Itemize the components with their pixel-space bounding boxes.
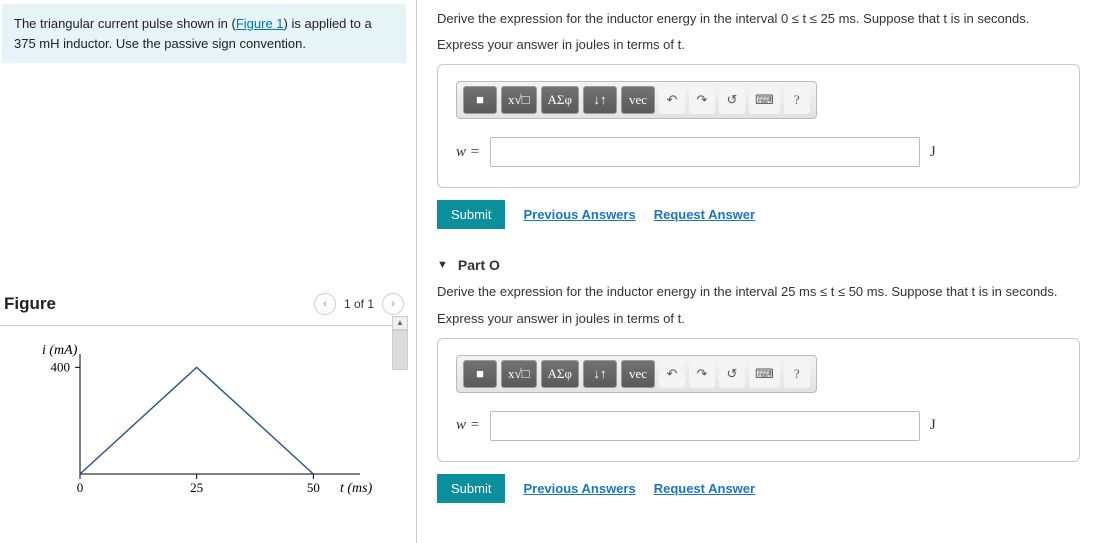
eq-unit-o: J — [930, 417, 936, 434]
divider — [0, 325, 408, 326]
figure-title: Figure — [4, 294, 56, 314]
help-button[interactable]: ? — [784, 360, 810, 388]
svg-text:400: 400 — [51, 359, 71, 374]
right-panel: Derive the expression for the inductor e… — [416, 0, 1100, 543]
template-button[interactable]: ■ — [463, 360, 497, 388]
eq-label-o: w = — [456, 417, 480, 434]
answer-input-o[interactable] — [490, 411, 920, 441]
equation-row: w = J — [456, 137, 1061, 167]
actions-n: Submit Previous Answers Request Answer — [437, 200, 1080, 229]
answer-input-n[interactable] — [490, 137, 920, 167]
greek-button[interactable]: ΑΣφ — [541, 86, 579, 114]
subsup-button[interactable]: ↓↑ — [583, 360, 617, 388]
redo-button[interactable]: ↷ — [689, 360, 715, 388]
figure-header: Figure ‹ 1 of 1 › — [0, 293, 408, 321]
svg-text:50: 50 — [307, 480, 320, 495]
left-panel: The triangular current pulse shown in (F… — [0, 0, 408, 543]
part-n-instruction: Derive the expression for the inductor e… — [437, 10, 1080, 28]
problem-text-a: The triangular current pulse shown in ( — [14, 16, 236, 31]
help-button[interactable]: ? — [784, 86, 810, 114]
part-n-express: Express your answer in joules in terms o… — [437, 36, 1080, 54]
answer-box-n: ■ x√□ ΑΣφ ↓↑ vec ↶ ↷ ↺ ⌨ ? w = J — [437, 64, 1080, 188]
figure-chart: 0 25 50 400i (mA) t (ms) — [0, 334, 408, 517]
request-answer-link-n[interactable]: Request Answer — [654, 207, 755, 222]
part-n-instruction-text: Derive the expression for the inductor e… — [437, 11, 1029, 26]
subsup-button[interactable]: ↓↑ — [583, 86, 617, 114]
scrollbar-up-icon[interactable]: ▲ — [392, 316, 408, 330]
submit-button-n[interactable]: Submit — [437, 200, 505, 229]
part-n: Derive the expression for the inductor e… — [437, 10, 1080, 229]
reset-button[interactable]: ↺ — [719, 360, 745, 388]
eq-unit: J — [930, 144, 936, 161]
problem-statement: The triangular current pulse shown in (F… — [2, 4, 406, 63]
previous-answers-link-o[interactable]: Previous Answers — [523, 481, 635, 496]
sqrt-button[interactable]: x√□ — [501, 86, 537, 114]
svg-text:i (mA): i (mA) — [42, 344, 78, 358]
vec-button[interactable]: vec — [621, 86, 655, 114]
pager-next-button[interactable]: › — [382, 293, 404, 315]
part-o: Derive the expression for the inductor e… — [437, 283, 1080, 502]
answer-box-o: ■ x√□ ΑΣφ ↓↑ vec ↶ ↷ ↺ ⌨ ? w = J — [437, 338, 1080, 462]
pager-prev-button[interactable]: ‹ — [314, 293, 336, 315]
redo-button[interactable]: ↷ — [689, 86, 715, 114]
keyboard-button[interactable]: ⌨ — [749, 360, 780, 388]
figure-link[interactable]: Figure 1 — [236, 16, 284, 31]
part-o-express: Express your answer in joules in terms o… — [437, 310, 1080, 328]
equation-toolbar-o: ■ x√□ ΑΣφ ↓↑ vec ↶ ↷ ↺ ⌨ ? — [456, 355, 817, 393]
keyboard-button[interactable]: ⌨ — [749, 86, 780, 114]
part-o-instruction: Derive the expression for the inductor e… — [437, 283, 1080, 301]
vec-button[interactable]: vec — [621, 360, 655, 388]
undo-button[interactable]: ↶ — [659, 360, 685, 388]
collapse-icon: ▼ — [437, 259, 448, 271]
sqrt-button[interactable]: x√□ — [501, 360, 537, 388]
previous-answers-link-n[interactable]: Previous Answers — [523, 207, 635, 222]
equation-toolbar: ■ x√□ ΑΣφ ↓↑ vec ↶ ↷ ↺ ⌨ ? — [456, 81, 817, 119]
eq-label: w = — [456, 144, 480, 161]
svg-text:25: 25 — [190, 480, 203, 495]
greek-button[interactable]: ΑΣφ — [541, 360, 579, 388]
equation-row-o: w = J — [456, 411, 1061, 441]
part-o-header[interactable]: ▼ Part O — [437, 257, 1080, 273]
submit-button-o[interactable]: Submit — [437, 474, 505, 503]
request-answer-link-o[interactable]: Request Answer — [654, 481, 755, 496]
part-o-title: Part O — [458, 257, 500, 273]
pager-text: 1 of 1 — [344, 297, 374, 311]
actions-o: Submit Previous Answers Request Answer — [437, 474, 1080, 503]
figure-pager: ‹ 1 of 1 › — [314, 293, 404, 315]
triangular-pulse-chart: 0 25 50 400i (mA) t (ms) — [20, 344, 380, 504]
template-button[interactable]: ■ — [463, 86, 497, 114]
reset-button[interactable]: ↺ — [719, 86, 745, 114]
svg-text:0: 0 — [77, 480, 84, 495]
svg-text:t (ms): t (ms) — [340, 481, 373, 496]
undo-button[interactable]: ↶ — [659, 86, 685, 114]
